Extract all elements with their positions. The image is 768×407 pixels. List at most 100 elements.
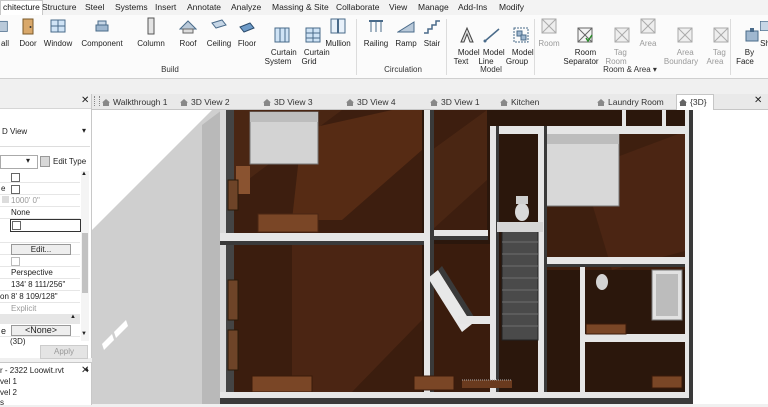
property-checkbox[interactable]: [11, 173, 20, 182]
view-tab-3d-view-4[interactable]: 3D View 4: [346, 96, 396, 108]
tab-annotate[interactable]: Annotate: [185, 1, 223, 14]
ribbon-tab-bar: chitecture Structure Steel Systems Inser…: [0, 0, 768, 16]
railing-button[interactable]: Railing: [362, 17, 390, 48]
edit-type-button[interactable]: Edit Type: [53, 157, 86, 166]
staircase: [501, 229, 539, 341]
model-group-label: Model: [480, 65, 502, 74]
view-tab-walkthrough-1[interactable]: Walkthrough 1: [102, 96, 168, 108]
close-icon[interactable]: ✕: [754, 95, 762, 106]
view-tab-3d-view-3[interactable]: 3D View 3: [263, 96, 313, 108]
model-line-icon: [483, 28, 500, 43]
ramp-icon: [396, 21, 415, 33]
tab-manage[interactable]: Manage: [416, 1, 451, 14]
property-checkbox[interactable]: [12, 221, 21, 230]
browser-item[interactable]: s: [0, 398, 4, 407]
edit-button[interactable]: Edit...: [11, 244, 71, 255]
close-icon[interactable]: ✕: [81, 95, 89, 106]
tab-modify[interactable]: Modify: [497, 1, 526, 14]
browser-item-level-1[interactable]: vel 1: [0, 377, 17, 386]
tab-steel[interactable]: Steel: [83, 1, 106, 14]
floor-button[interactable]: Floor: [236, 17, 258, 48]
tab-insert[interactable]: Insert: [153, 1, 178, 14]
window-button[interactable]: Window: [42, 17, 74, 48]
tab-structure[interactable]: Structure: [40, 1, 79, 14]
wall-button[interactable]: all: [0, 17, 12, 48]
apply-button[interactable]: Apply: [40, 345, 88, 359]
model-group-button[interactable]: Model Group: [503, 17, 534, 75]
area-button[interactable]: Area: [636, 17, 660, 48]
view-tab-3d-active[interactable]: {3D}: [676, 94, 714, 111]
3d-model-render: [92, 110, 768, 404]
door-button[interactable]: Door: [17, 17, 39, 48]
tab-collaborate[interactable]: Collaborate: [334, 1, 381, 14]
view-tab-laundry-room[interactable]: Laundry Room: [597, 96, 664, 108]
property-checkbox[interactable]: [11, 185, 20, 194]
view-tab-3d-view-1[interactable]: 3D View 1: [430, 96, 480, 108]
area-boundary-button[interactable]: Area Boundary: [663, 17, 699, 75]
room-separator-button[interactable]: Room Separator: [562, 17, 600, 75]
instance-filter-dropdown[interactable]: ▾: [0, 155, 38, 169]
shaft-button[interactable]: Sh: [758, 17, 768, 48]
scroll-up-icon[interactable]: ▲: [81, 171, 87, 177]
model-group-icon: [513, 27, 529, 43]
type-selector[interactable]: D View ▾: [0, 118, 90, 147]
model-text-button[interactable]: Model Text: [449, 17, 480, 75]
tab-analyze[interactable]: Analyze: [229, 1, 263, 14]
tab-architecture[interactable]: chitecture: [0, 0, 43, 16]
scrollbar-thumb[interactable]: [82, 233, 88, 293]
3d-viewport[interactable]: [92, 110, 768, 404]
roof-button[interactable]: Roof: [176, 17, 200, 48]
mullion-button[interactable]: Mullion: [324, 17, 352, 48]
property-value[interactable]: Perspective: [11, 267, 53, 278]
tab-view[interactable]: View: [387, 1, 409, 14]
property-row: e: [0, 183, 80, 195]
home-icon: [263, 99, 271, 106]
tab-systems[interactable]: Systems: [113, 1, 150, 14]
property-value[interactable]: None: [11, 207, 30, 218]
tab-massing-site[interactable]: Massing & Site: [270, 1, 331, 14]
curtain-grid-button[interactable]: Curtain Grid: [295, 17, 330, 75]
ribbon-separator: [446, 19, 447, 75]
ramp-button[interactable]: Ramp: [394, 17, 418, 48]
column-button[interactable]: Column: [135, 17, 167, 48]
phase-filter-button[interactable]: <None>: [11, 325, 71, 336]
tag-area-button[interactable]: Tag Area: [703, 17, 729, 75]
ceiling-button[interactable]: Ceiling: [205, 17, 233, 48]
property-row: [0, 255, 80, 267]
by-face-button[interactable]: By Face: [734, 17, 759, 75]
property-row: 134' 8 111/256": [0, 279, 80, 291]
properties-scrollbar[interactable]: ▲ ▼: [81, 171, 89, 341]
room-area-group-label: Room & Area ▾: [603, 65, 657, 74]
property-checkbox[interactable]: [11, 257, 20, 266]
tag-area-icon: [713, 27, 729, 43]
window-icon: [50, 19, 66, 33]
room-icon: [541, 18, 557, 34]
section-header[interactable]: ▲: [0, 314, 80, 324]
property-value: (3D): [10, 337, 26, 346]
project-browser-title: r - 2322 Loowit.rvt: [0, 366, 65, 375]
view-tab-kitchen[interactable]: Kitchen: [500, 96, 539, 108]
tab-add-ins[interactable]: Add-Ins: [456, 1, 489, 14]
scroll-up-icon[interactable]: ▲: [84, 367, 90, 373]
properties-titlebar: ✕: [0, 94, 91, 109]
edit-type-icon: [40, 156, 50, 167]
property-value[interactable]: 8' 8 109/128": [11, 291, 58, 302]
stair-button[interactable]: Stair: [421, 17, 443, 48]
chevron-down-icon[interactable]: ▾: [82, 126, 86, 135]
property-value[interactable]: 134' 8 111/256": [11, 279, 65, 290]
dropdown-arrow-icon[interactable]: ▾: [653, 65, 657, 74]
home-icon: [597, 99, 605, 106]
curtain-grid-icon: [305, 27, 321, 43]
area-icon: [640, 18, 656, 34]
curtain-system-button[interactable]: Curtain System: [262, 17, 297, 75]
collapse-icon[interactable]: ▲: [70, 314, 76, 320]
view-tab-bar: Walkthrough 1 3D View 2 3D View 3 3D Vie…: [92, 94, 768, 111]
room-button[interactable]: Room: [537, 17, 561, 48]
scroll-down-icon[interactable]: ▼: [81, 331, 87, 337]
browser-item-level-2[interactable]: vel 2: [0, 388, 17, 397]
component-button[interactable]: Component: [79, 17, 125, 48]
property-row: Perspective: [0, 267, 80, 279]
curtain-system-icon: [274, 27, 290, 43]
ceiling-icon: [211, 19, 227, 29]
view-tab-3d-view-2[interactable]: 3D View 2: [180, 96, 230, 108]
